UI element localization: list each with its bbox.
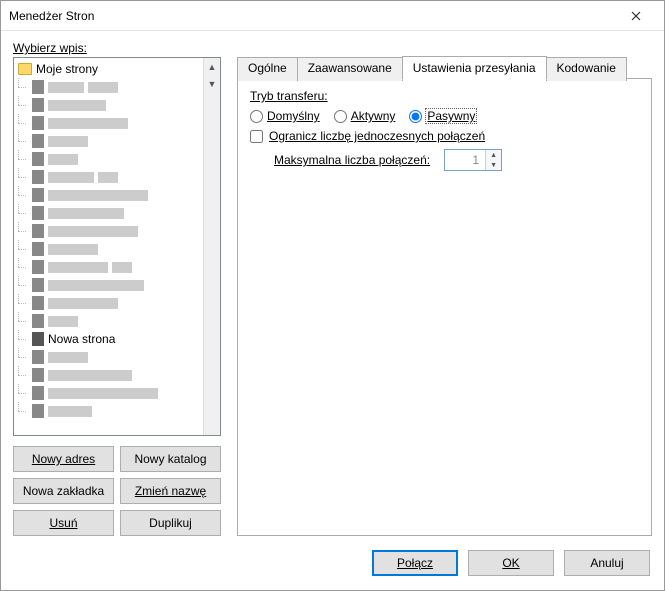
tree-item[interactable] xyxy=(18,222,203,240)
tree-item[interactable] xyxy=(18,132,203,150)
spinner-up-icon[interactable]: ▲ xyxy=(486,150,501,160)
new-folder-button[interactable]: Nowy katalog xyxy=(120,446,221,472)
tab-bar: Ogólne Zaawansowane Ustawienia przesyłan… xyxy=(237,55,652,79)
delete-button[interactable]: Usuń xyxy=(13,510,114,536)
tree-root-label: Moje strony xyxy=(36,62,98,76)
tab-advanced[interactable]: Zaawansowane xyxy=(297,57,403,81)
connect-button[interactable]: Połącz xyxy=(372,550,458,576)
tree-item[interactable] xyxy=(18,204,203,222)
radio-passive[interactable]: Pasywny xyxy=(409,109,476,123)
scroll-up-icon[interactable]: ▲ xyxy=(204,58,220,75)
rename-button[interactable]: Zmień nazwę xyxy=(120,478,221,504)
tree-item[interactable] xyxy=(18,348,203,366)
limit-connections-checkbox[interactable]: Ogranicz liczbę jednoczesnych połączeń xyxy=(250,129,485,143)
close-button[interactable] xyxy=(616,2,656,30)
site-tree[interactable]: Moje strony xyxy=(13,57,221,436)
select-entry-label: Wybierz wpis: xyxy=(13,41,221,55)
dialog-footer: Połącz OK Anuluj xyxy=(1,536,664,590)
radio-default[interactable]: Domyślny xyxy=(250,109,320,123)
tree-item[interactable] xyxy=(18,366,203,384)
tree-item-label: Nowa strona xyxy=(48,332,115,346)
window-title: Menedżer Stron xyxy=(9,9,616,23)
tree-item[interactable] xyxy=(18,276,203,294)
new-bookmark-button[interactable]: Nowa zakładka xyxy=(13,478,114,504)
tree-item[interactable] xyxy=(18,78,203,96)
spinner-down-icon[interactable]: ▼ xyxy=(486,160,501,170)
tree-item[interactable] xyxy=(18,96,203,114)
tab-charset[interactable]: Kodowanie xyxy=(546,57,627,81)
tree-item[interactable] xyxy=(18,402,203,420)
close-icon xyxy=(631,11,641,21)
tree-item[interactable] xyxy=(18,384,203,402)
cancel-button[interactable]: Anuluj xyxy=(564,550,650,576)
scroll-down-icon[interactable]: ▼ xyxy=(204,75,220,92)
tree-item[interactable] xyxy=(18,186,203,204)
site-manager-dialog: Menedżer Stron Wybierz wpis: Moje strony xyxy=(0,0,665,591)
titlebar: Menedżer Stron xyxy=(1,1,664,31)
tree-item[interactable] xyxy=(18,294,203,312)
folder-icon xyxy=(18,63,32,75)
ok-button[interactable]: OK xyxy=(468,550,554,576)
tree-item[interactable] xyxy=(18,312,203,330)
tree-item[interactable] xyxy=(18,150,203,168)
radio-active[interactable]: Aktywny xyxy=(334,109,396,123)
tree-item[interactable] xyxy=(18,240,203,258)
duplicate-button[interactable]: Duplikuj xyxy=(120,510,221,536)
tree-item[interactable] xyxy=(18,168,203,186)
tree-item-new-site[interactable]: Nowa strona xyxy=(18,330,203,348)
transfer-mode-label: Tryb transferu: xyxy=(250,89,639,103)
server-icon xyxy=(32,332,44,346)
tree-item[interactable] xyxy=(18,258,203,276)
tree-item[interactable] xyxy=(18,114,203,132)
max-connections-input[interactable] xyxy=(445,150,485,170)
tree-scrollbar[interactable]: ▲ ▼ xyxy=(203,58,220,435)
transfer-settings-panel: Tryb transferu: Domyślny Aktywny Pasywny xyxy=(237,79,652,536)
tab-general[interactable]: Ogólne xyxy=(237,57,298,81)
tab-transfer-settings[interactable]: Ustawienia przesyłania xyxy=(402,56,547,80)
tree-root[interactable]: Moje strony xyxy=(18,60,203,78)
new-site-button[interactable]: Nowy adres xyxy=(13,446,114,472)
max-connections-label: Maksymalna liczba połączeń: xyxy=(274,153,430,167)
max-connections-spinner[interactable]: ▲ ▼ xyxy=(444,149,502,171)
